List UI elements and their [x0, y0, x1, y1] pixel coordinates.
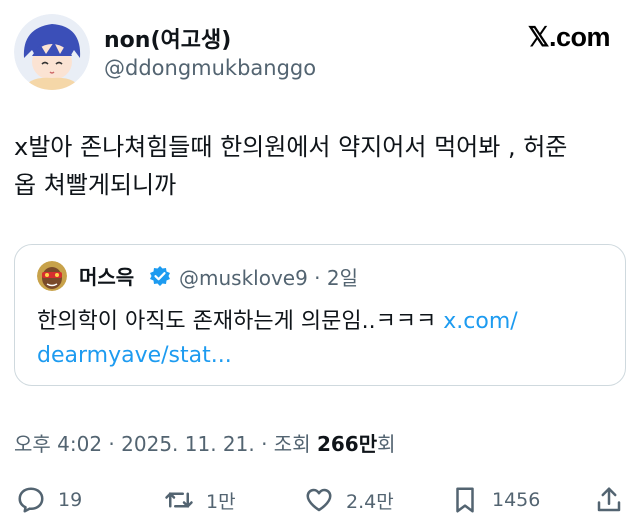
quoted-text: 한의학이 아직도 존재하는게 의문임..ㅋㅋㅋ	[37, 309, 444, 334]
bookmark-count: 1456	[492, 489, 541, 511]
author-display-name[interactable]: non(여고생)	[104, 22, 231, 54]
view-suffix: 회	[377, 432, 396, 456]
tweet-text-line: 옵 쳐빨게되니까	[14, 171, 177, 199]
quoted-display-name[interactable]: 머스윽	[79, 261, 134, 290]
quoted-handle-time[interactable]: @musklove9 · 2일	[179, 262, 358, 291]
timestamp-text[interactable]: 오후 4:02 · 2025. 11. 21. · 조회	[14, 432, 317, 456]
reply-icon	[18, 487, 44, 513]
author-handle[interactable]: @ddongmukbanggo	[104, 56, 316, 80]
quoted-tweet-text: 한의학이 아직도 존재하는게 의문임..ㅋㅋㅋ x.com/ dearmyave…	[37, 305, 597, 373]
retweet-icon	[165, 492, 193, 508]
bookmark-button[interactable]: 1456	[450, 484, 540, 516]
quoted-link[interactable]: dearmyave/stat...	[37, 343, 232, 368]
quoted-tweet[interactable]: 머스윽 @musklove9 · 2일 한의학이 아직도 존재하는게 의문임..…	[14, 244, 626, 386]
action-bar: 19 1만 2.4만 1456	[0, 470, 640, 530]
anime-girl-avatar-icon	[14, 14, 90, 90]
share-button[interactable]	[594, 484, 624, 516]
heart-icon	[306, 488, 332, 512]
like-count: 2.4만	[346, 490, 394, 513]
masked-face-avatar-icon	[37, 261, 67, 291]
like-button[interactable]: 2.4만	[304, 484, 394, 516]
author-avatar[interactable]	[14, 14, 90, 90]
quoted-author-avatar[interactable]	[37, 261, 67, 291]
tweet-text-line: x발아 존나쳐힘들때 한의원에서 약지어서 먹어봐 , 허준	[14, 133, 568, 161]
verified-badge-icon	[149, 265, 171, 287]
reply-button[interactable]: 19	[16, 484, 82, 516]
retweet-count: 1만	[206, 490, 236, 513]
view-count: 266만	[316, 432, 378, 456]
x-logo: 𝕏.com	[527, 22, 611, 52]
bookmark-icon	[456, 487, 474, 513]
quoted-link[interactable]: x.com/	[443, 309, 517, 334]
share-icon	[597, 487, 621, 512]
reply-count: 19	[58, 489, 83, 511]
retweet-button[interactable]: 1만	[164, 484, 236, 516]
tweet-text: x발아 존나쳐힘들때 한의원에서 약지어서 먹어봐 , 허준 옵 쳐빨게되니까	[14, 128, 626, 204]
tweet-meta: 오후 4:02 · 2025. 11. 21. · 조회 266만회	[14, 428, 396, 457]
